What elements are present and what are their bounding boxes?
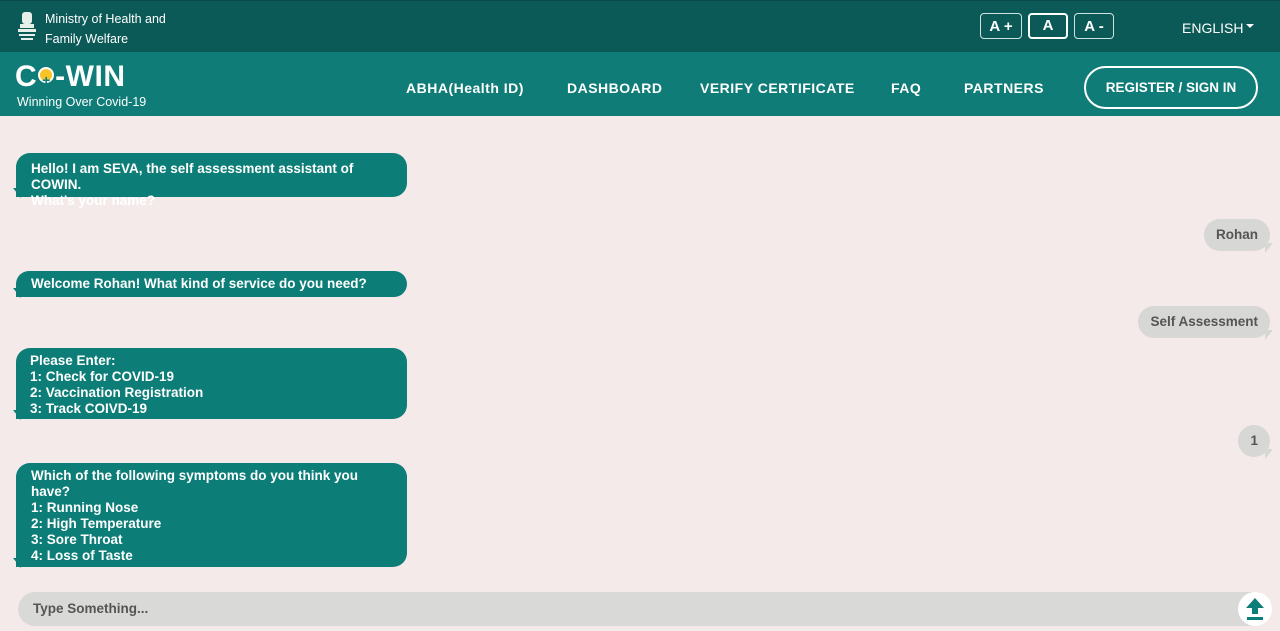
chevron-down-icon[interactable] <box>1246 24 1254 28</box>
nav-abha-health-id[interactable]: ABHA(Health ID) <box>406 80 524 96</box>
bot-message-line: Hello! I am SEVA, the self assessment as… <box>31 161 354 192</box>
logo-tagline: Winning Over Covid-19 <box>17 95 147 109</box>
emblem-icon <box>18 12 36 40</box>
bot-message-line: 1: Running Nose <box>31 500 139 515</box>
send-button[interactable] <box>1238 592 1272 626</box>
bot-message-line: 2: Vaccination Registration <box>30 385 204 400</box>
bot-message: Welcome Rohan! What kind of service do y… <box>16 271 407 297</box>
bot-message: Which of the following symptoms do you t… <box>16 463 407 567</box>
arrow-up-icon <box>1246 598 1264 620</box>
bot-message-line: 3: Track COIVD-19 <box>30 401 148 416</box>
bot-message-line: 3: Sore Throat <box>31 532 123 547</box>
main-navbar: C -WIN Winning Over Covid-19 ABHA(Health … <box>0 52 1280 116</box>
bot-message-line: Please Enter: <box>30 353 116 368</box>
nav-faq[interactable]: FAQ <box>891 80 921 96</box>
message-input[interactable]: Type Something... <box>18 592 1268 626</box>
font-normal-button[interactable]: A <box>1028 13 1068 39</box>
user-message: Rohan <box>1204 219 1273 253</box>
bot-message-line: 2: High Temperature <box>31 516 162 531</box>
bot-message-line: Which of the following symptoms do you t… <box>31 468 358 499</box>
language-selector[interactable]: ENGLISH <box>1182 20 1243 36</box>
user-message: 1 <box>1238 425 1273 459</box>
font-decrease-button[interactable]: A - <box>1074 13 1114 39</box>
nav-partners[interactable]: PARTNERS <box>964 80 1044 96</box>
nav-dashboard[interactable]: DASHBOARD <box>567 80 663 96</box>
logo-text-right: -WIN <box>55 60 126 93</box>
bot-message-line: 1: Check for COVID-19 <box>30 369 175 384</box>
logo-text-left: C <box>15 60 38 93</box>
ministry-name[interactable]: Ministry of Health and Family Welfare <box>45 9 166 49</box>
font-increase-button[interactable]: A + <box>980 13 1022 39</box>
nav-verify-certificate[interactable]: VERIFY CERTIFICATE <box>700 80 855 96</box>
register-sign-in-button[interactable]: REGISTER / SIGN IN <box>1084 66 1258 109</box>
user-message: Self Assessment <box>1138 306 1273 340</box>
bot-message-line: What's your name? <box>31 193 155 208</box>
top-bar: Ministry of Health and Family Welfare A … <box>0 0 1280 52</box>
logo-plus-icon <box>38 64 55 96</box>
bot-message-line: 4: Loss of Taste <box>31 548 133 563</box>
bot-message-line: Welcome Rohan! What kind of service do y… <box>31 276 367 291</box>
ministry-line-2: Family Welfare <box>45 32 129 46</box>
cowin-logo[interactable]: C -WIN <box>15 60 126 97</box>
bot-message: Please Enter: 1: Check for COVID-19 2: V… <box>16 348 407 419</box>
bot-message: Hello! I am SEVA, the self assessment as… <box>16 153 407 208</box>
ministry-line-1: Ministry of Health and <box>45 12 166 26</box>
